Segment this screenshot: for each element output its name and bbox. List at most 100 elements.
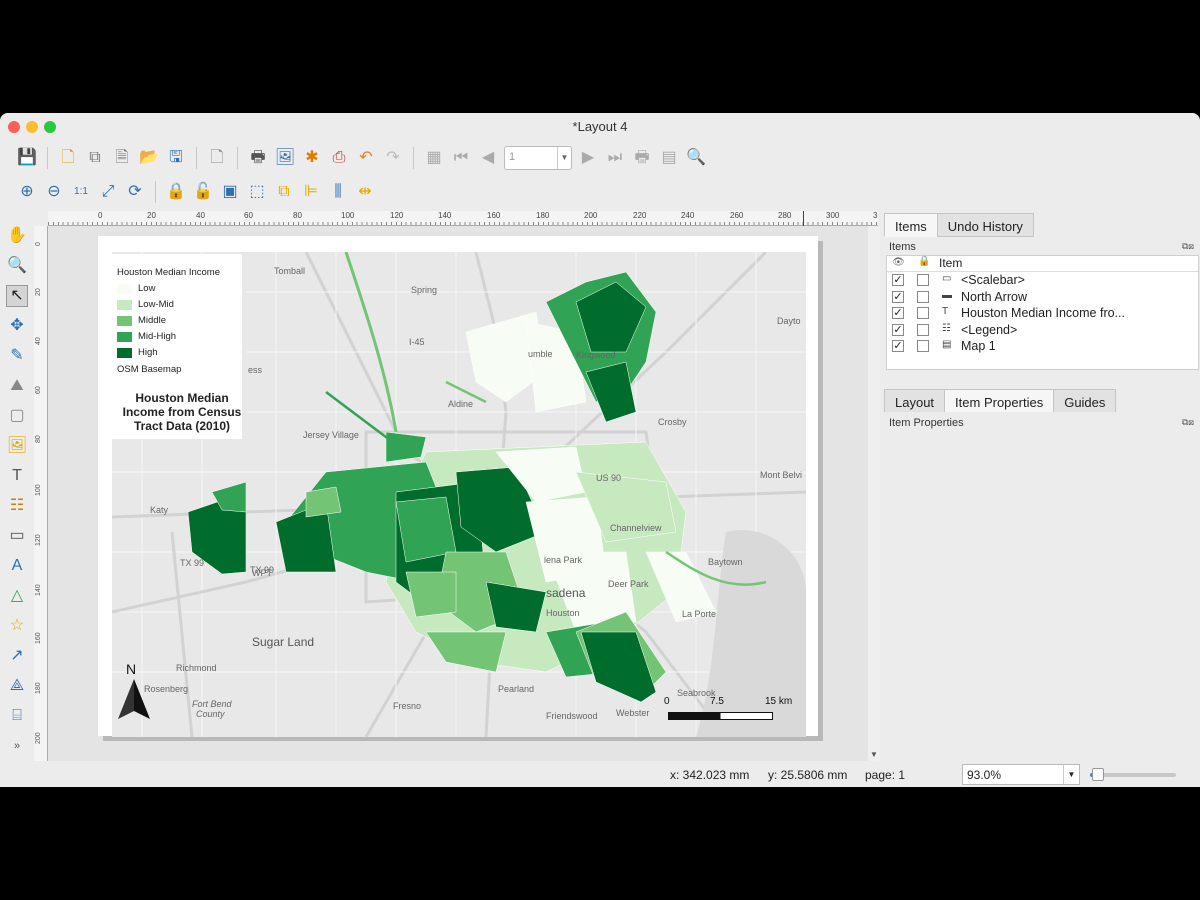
zoom-select[interactable]: 93.0% ▼	[962, 764, 1080, 785]
add-shape-icon[interactable]: △	[6, 585, 28, 607]
add-north-arrow-icon[interactable]: A	[6, 555, 28, 577]
ruler-tick: 60	[244, 211, 253, 220]
lock-checkbox[interactable]	[917, 274, 929, 286]
export-pdf-icon[interactable]: ⎙	[328, 147, 350, 169]
zoom-in-icon[interactable]: ⊕	[16, 181, 38, 203]
save-template-icon[interactable]: 🖫	[165, 147, 187, 169]
legend-basemap: OSM Basemap	[117, 364, 182, 375]
raise-icon[interactable]: ⧉	[273, 181, 295, 203]
first-feature-icon[interactable]: ⏮	[450, 147, 472, 169]
print-icon[interactable]: 🖶	[247, 147, 269, 169]
refresh-icon[interactable]: ⟳	[124, 181, 146, 203]
zoom-tool-icon[interactable]: 🔍	[6, 255, 28, 277]
list-item[interactable]: ✓ T Houston Median Income fro...	[887, 305, 1198, 322]
lock-checkbox[interactable]	[917, 290, 929, 303]
items-list-header: 👁 🔒 Item	[887, 256, 1198, 272]
item-name: <Legend>	[961, 322, 1018, 337]
list-item[interactable]: ✓ ▬ North Arrow	[887, 289, 1198, 306]
last-feature-icon[interactable]: ⏭	[604, 147, 626, 169]
atlas-preview-icon[interactable]: ▦	[423, 147, 445, 169]
add-map-icon[interactable]: ▢	[6, 405, 28, 427]
scroll-down-icon[interactable]: ▼	[870, 750, 878, 759]
add-node-item-icon[interactable]: ⟁	[6, 675, 28, 697]
print-atlas-icon[interactable]: 🖶	[631, 147, 653, 169]
zoom-full-icon[interactable]: ⤢	[97, 181, 119, 203]
add-legend-icon[interactable]: ☷	[6, 495, 28, 517]
zoom-out-icon[interactable]: ⊖	[43, 181, 65, 203]
chevron-down-icon[interactable]: ▼	[1063, 765, 1079, 784]
add-html-icon[interactable]: ⌸	[6, 705, 28, 727]
visibility-checkbox[interactable]: ✓	[892, 323, 904, 336]
lock-checkbox[interactable]	[917, 340, 929, 352]
undo-icon[interactable]: ↶	[355, 147, 377, 169]
open-template-icon[interactable]: 📂	[138, 147, 160, 169]
add-scalebar-icon[interactable]: ▭	[6, 525, 28, 547]
zoom-slider[interactable]	[1090, 768, 1176, 781]
vertical-scrollbar[interactable]: ▼	[868, 226, 880, 761]
edit-nodes-icon[interactable]: ✎	[6, 345, 28, 367]
add-picture-icon[interactable]: 🖼	[6, 435, 28, 457]
add-arrow-icon[interactable]: ↗	[6, 645, 28, 667]
ruler-tick: 100	[35, 484, 42, 496]
redo-icon[interactable]: ↷	[382, 147, 404, 169]
ruler-tick: 280	[778, 211, 792, 220]
visibility-checkbox[interactable]: ✓	[892, 307, 904, 319]
tab-undo-history[interactable]: Undo History	[936, 213, 1034, 237]
dock-buttons[interactable]: ⧉⊠	[1182, 241, 1194, 252]
layout-canvas[interactable]: Tomball Spring I-45 umble Kingwood ess A…	[48, 226, 868, 761]
align-icon[interactable]: ⊫	[300, 181, 322, 203]
add-label-icon[interactable]: T	[6, 465, 28, 487]
more-tools-icon[interactable]: »	[6, 735, 28, 757]
layout-manager-icon[interactable]: 🗎	[111, 147, 133, 169]
north-arrow[interactable]: N	[116, 661, 152, 723]
export-image-icon[interactable]: 🖼	[274, 147, 296, 169]
list-item[interactable]: ✓ ▭ <Scalebar>	[887, 272, 1198, 289]
new-layout-icon[interactable]: 🗋	[57, 147, 79, 169]
zoom-slider-thumb[interactable]	[1092, 768, 1105, 781]
items-list[interactable]: 👁 🔒 Item ✓ ▭ <Scalebar> ✓ ▬ North Arrow …	[886, 255, 1199, 370]
export-svg-icon[interactable]: ✱	[301, 147, 323, 169]
dock-buttons[interactable]: ⧉⊠	[1182, 417, 1194, 428]
map-legend[interactable]: Houston Median Income Low Low-Mid Middle…	[112, 254, 242, 439]
distribute-icon[interactable]: ⫼	[327, 181, 349, 203]
duplicate-layout-icon[interactable]: ⧉	[84, 147, 106, 169]
tab-guides[interactable]: Guides	[1053, 389, 1117, 413]
list-item[interactable]: ✓ ☷ <Legend>	[887, 322, 1198, 339]
move-content-icon[interactable]: ✥	[6, 315, 28, 337]
add-marker-icon[interactable]: ☆	[6, 615, 28, 637]
visibility-checkbox[interactable]: ✓	[892, 290, 904, 303]
next-feature-icon[interactable]: ▶	[577, 147, 599, 169]
list-item[interactable]: ✓ ▤ Map 1	[887, 338, 1198, 355]
lock-checkbox[interactable]	[917, 323, 929, 336]
previous-feature-icon[interactable]: ◀	[477, 147, 499, 169]
visibility-checkbox[interactable]: ✓	[892, 274, 904, 286]
bottom-tab-bar: Layout Item Properties Guides	[884, 389, 1117, 413]
select-move-icon[interactable]: ↖	[6, 285, 28, 307]
scalebar[interactable]: 0 7.5 15 km	[658, 696, 793, 726]
save-icon[interactable]: 💾	[16, 147, 38, 169]
export-atlas-icon[interactable]: ▤	[658, 147, 680, 169]
lock-items-icon[interactable]: 🔒	[165, 181, 187, 203]
lock-checkbox[interactable]	[917, 307, 929, 319]
pan-icon[interactable]: ✋	[6, 225, 28, 247]
group-icon[interactable]: ▣	[219, 181, 241, 203]
unlock-items-icon[interactable]: 🔓	[192, 181, 214, 203]
tab-item-properties[interactable]: Item Properties	[944, 389, 1055, 413]
map-item[interactable]: Tomball Spring I-45 umble Kingwood ess A…	[246, 252, 806, 737]
tab-layout[interactable]: Layout	[884, 389, 946, 413]
ungroup-icon[interactable]: ⬚	[246, 181, 268, 203]
add-pages-icon[interactable]: 🗋	[206, 147, 228, 169]
atlas-settings-icon[interactable]: 🔍	[685, 147, 707, 169]
zoom-value: 93.0%	[967, 768, 1002, 782]
zoom-100-icon[interactable]: 1:1	[70, 181, 92, 203]
add-3d-map-icon[interactable]: ⛰	[6, 375, 28, 397]
place-label: Aldine	[448, 399, 474, 409]
tab-items[interactable]: Items	[884, 213, 938, 237]
place-label: Kingwood	[576, 350, 616, 360]
resize-icon[interactable]: ⇹	[354, 181, 376, 203]
layout-page[interactable]: Tomball Spring I-45 umble Kingwood ess A…	[98, 236, 818, 737]
map-title[interactable]: Houston Median Income from Census Tract …	[112, 391, 252, 433]
chevron-down-icon[interactable]: ▼	[557, 147, 571, 169]
atlas-page-field[interactable]: 1 ▼	[504, 146, 572, 170]
visibility-checkbox[interactable]: ✓	[892, 340, 904, 352]
